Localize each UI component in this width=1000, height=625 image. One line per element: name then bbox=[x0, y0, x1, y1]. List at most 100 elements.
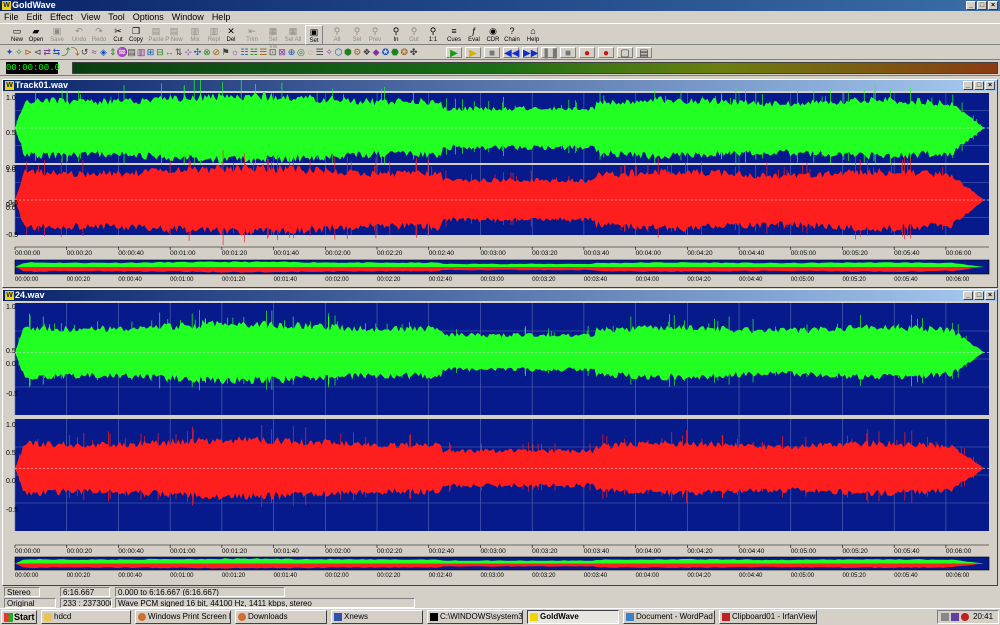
goldwave-icon bbox=[530, 613, 538, 621]
tray-app-icon[interactable] bbox=[951, 613, 959, 621]
timeline-label: 00:00:40 bbox=[118, 548, 144, 555]
timeline-label: 00:02:40 bbox=[429, 548, 455, 555]
help-button[interactable]: ⌂ Help bbox=[524, 25, 542, 45]
cues-button[interactable]: ≡ Cues bbox=[445, 25, 463, 45]
chain-button[interactable]: ? Chain bbox=[503, 25, 521, 45]
properties-icon[interactable]: ▤ bbox=[636, 47, 652, 59]
1-1-button[interactable]: ⚲ 1:1 bbox=[424, 25, 442, 45]
amplitude-label: 1.0 bbox=[6, 167, 16, 174]
timeline-label: 00:04:40 bbox=[739, 250, 765, 257]
mix-button[interactable]: ▥ Mix bbox=[186, 25, 204, 45]
waveform-display[interactable]: 1.00.50.0-0.51.00.50.0-0.500:00:00 00:00:… bbox=[3, 290, 997, 585]
stop-record-icon[interactable]: ■ bbox=[560, 47, 576, 59]
p-new-button[interactable]: ▤ P New bbox=[165, 25, 183, 45]
fast-forward-icon[interactable]: ▶▶ bbox=[522, 47, 538, 59]
overview-label: 00:01:00 bbox=[170, 573, 194, 579]
save-button[interactable]: ▣ Save bbox=[48, 25, 66, 45]
taskbar-item-downloads[interactable]: Downloads bbox=[235, 610, 327, 624]
overview-label: 00:05:40 bbox=[894, 277, 918, 283]
taskbar-item-irfanview[interactable]: Clipboard01 - IrfanView (... bbox=[719, 610, 817, 624]
timeline-label: 00:03:20 bbox=[532, 548, 558, 555]
play-icon[interactable]: ▶ bbox=[446, 47, 462, 59]
timeline-label: 00:03:00 bbox=[480, 548, 506, 555]
tray-security-icon[interactable] bbox=[961, 613, 969, 621]
zoom-sel-icon: ⚲ bbox=[353, 26, 361, 36]
taskbar-item-goldwave[interactable]: GoldWave bbox=[527, 610, 619, 624]
close-button[interactable]: × bbox=[988, 1, 998, 10]
cdr-button[interactable]: ◉ CDR bbox=[484, 25, 502, 45]
menu-tool[interactable]: Tool bbox=[108, 11, 125, 23]
rewind-icon[interactable]: ◀◀ bbox=[503, 47, 519, 59]
timeline-label: 00:03:00 bbox=[480, 250, 506, 257]
taskbar-item-hdcd[interactable]: hdcd bbox=[41, 610, 131, 624]
channel-mode: Stereo bbox=[4, 587, 40, 597]
overview-label: 00:05:20 bbox=[842, 277, 866, 283]
set-icon: ▣ bbox=[309, 27, 319, 37]
overview-label: 00:02:00 bbox=[325, 277, 349, 283]
copy-button[interactable]: ❐ Copy bbox=[127, 25, 145, 45]
paste-button[interactable]: ▤ Paste bbox=[147, 25, 165, 45]
out-button[interactable]: ⚲ Out bbox=[405, 25, 423, 45]
timeline-label: 00:01:20 bbox=[222, 250, 248, 257]
start-button[interactable]: Start bbox=[1, 610, 37, 624]
toolbar-label: Help bbox=[526, 37, 540, 43]
overview-label: 00:02:20 bbox=[377, 277, 401, 283]
amplitude-label: -0.5 bbox=[6, 391, 18, 398]
menu-effect[interactable]: Effect bbox=[50, 11, 73, 23]
overview-label: 00:02:40 bbox=[429, 277, 453, 283]
trim-button[interactable]: ⇤ Trim bbox=[243, 25, 261, 45]
minimize-button[interactable]: _ bbox=[966, 1, 976, 10]
repl-button[interactable]: ▥ Repl bbox=[205, 25, 223, 45]
overview-label: 00:05:40 bbox=[894, 573, 918, 579]
effect-tool-icon[interactable]: ✤ bbox=[408, 46, 419, 58]
set-button[interactable]: ▣ Set bbox=[305, 25, 323, 45]
del-button[interactable]: ✕ Del bbox=[222, 25, 240, 45]
time-level-bar: 00:00:00.0 bbox=[0, 60, 1000, 76]
overview-label: 00:05:00 bbox=[791, 277, 815, 283]
overview-label: 00:06:00 bbox=[946, 573, 970, 579]
menu-view[interactable]: View bbox=[81, 11, 100, 23]
undo-button[interactable]: ↶ Undo bbox=[70, 25, 88, 45]
browser-icon bbox=[238, 613, 246, 621]
timeline-label: 00:05:40 bbox=[894, 548, 920, 555]
taskbar-item-wordpad[interactable]: Document - WordPad bbox=[623, 610, 715, 624]
new-button[interactable]: ▭ New bbox=[8, 25, 26, 45]
tray-arrow-icon[interactable] bbox=[941, 613, 949, 621]
play-selection-icon[interactable]: ▶ bbox=[465, 47, 481, 59]
open-button[interactable]: ▰ Open bbox=[27, 25, 45, 45]
redo-button[interactable]: ↷ Redo bbox=[90, 25, 108, 45]
menu-file[interactable]: File bbox=[4, 11, 19, 23]
stop-icon[interactable]: ■ bbox=[484, 47, 500, 59]
menu-window[interactable]: Window bbox=[172, 11, 204, 23]
sel-button[interactable]: ⚲ Sel bbox=[348, 25, 366, 45]
sel-vw-button[interactable]: ▦ Sel Vw bbox=[264, 25, 282, 50]
maximize-button[interactable]: □ bbox=[977, 1, 987, 10]
waveform-display[interactable]: 1.00.50.0-0.51.00.50.0-0.500:00:00 00:00:… bbox=[3, 80, 997, 287]
delete-icon: ✕ bbox=[227, 26, 235, 36]
in-button[interactable]: ⚲ In bbox=[387, 25, 405, 45]
taskbar-item-browser[interactable]: Windows Print Screen Ke... bbox=[135, 610, 231, 624]
toolbar-label: Out bbox=[409, 37, 419, 43]
eval-icon: ƒ bbox=[471, 26, 477, 36]
cut-button[interactable]: ✂ Cut bbox=[109, 25, 127, 45]
taskbar-item-xnews[interactable]: Xnews bbox=[331, 610, 423, 624]
all-button[interactable]: ⚲ All bbox=[328, 25, 346, 45]
overview-label: 00:01:00 bbox=[170, 277, 194, 283]
overview-label: 00:02:40 bbox=[429, 573, 453, 579]
menu-help[interactable]: Help bbox=[212, 11, 231, 23]
eval-button[interactable]: ƒ Eval bbox=[465, 25, 483, 45]
sel-all-button[interactable]: ▦ Sel All bbox=[284, 25, 302, 45]
pause-icon[interactable]: ❚❚ bbox=[541, 47, 559, 59]
prev-button[interactable]: ⚲ Prev bbox=[366, 25, 384, 45]
menu-options[interactable]: Options bbox=[133, 11, 164, 23]
device-controls-icon[interactable]: ▢ bbox=[617, 47, 633, 59]
select-all-icon: ▦ bbox=[288, 26, 298, 36]
console-icon bbox=[430, 613, 438, 621]
menu-edit[interactable]: Edit bbox=[27, 11, 43, 23]
record-selection-icon[interactable]: ● bbox=[598, 47, 614, 59]
cues-icon: ≡ bbox=[451, 26, 457, 36]
document-window-24: W 24.wav _ □ × 1.0 0.5 0.0 -0.5 1.0 0.5 0.0 -0.… bbox=[2, 289, 998, 586]
record-icon[interactable]: ● bbox=[579, 47, 595, 59]
selection-range: 0.000 to 6:16.667 (6:16.667) bbox=[115, 587, 285, 597]
taskbar-item-cmd[interactable]: C:\WINDOWS\system32... bbox=[427, 610, 523, 624]
